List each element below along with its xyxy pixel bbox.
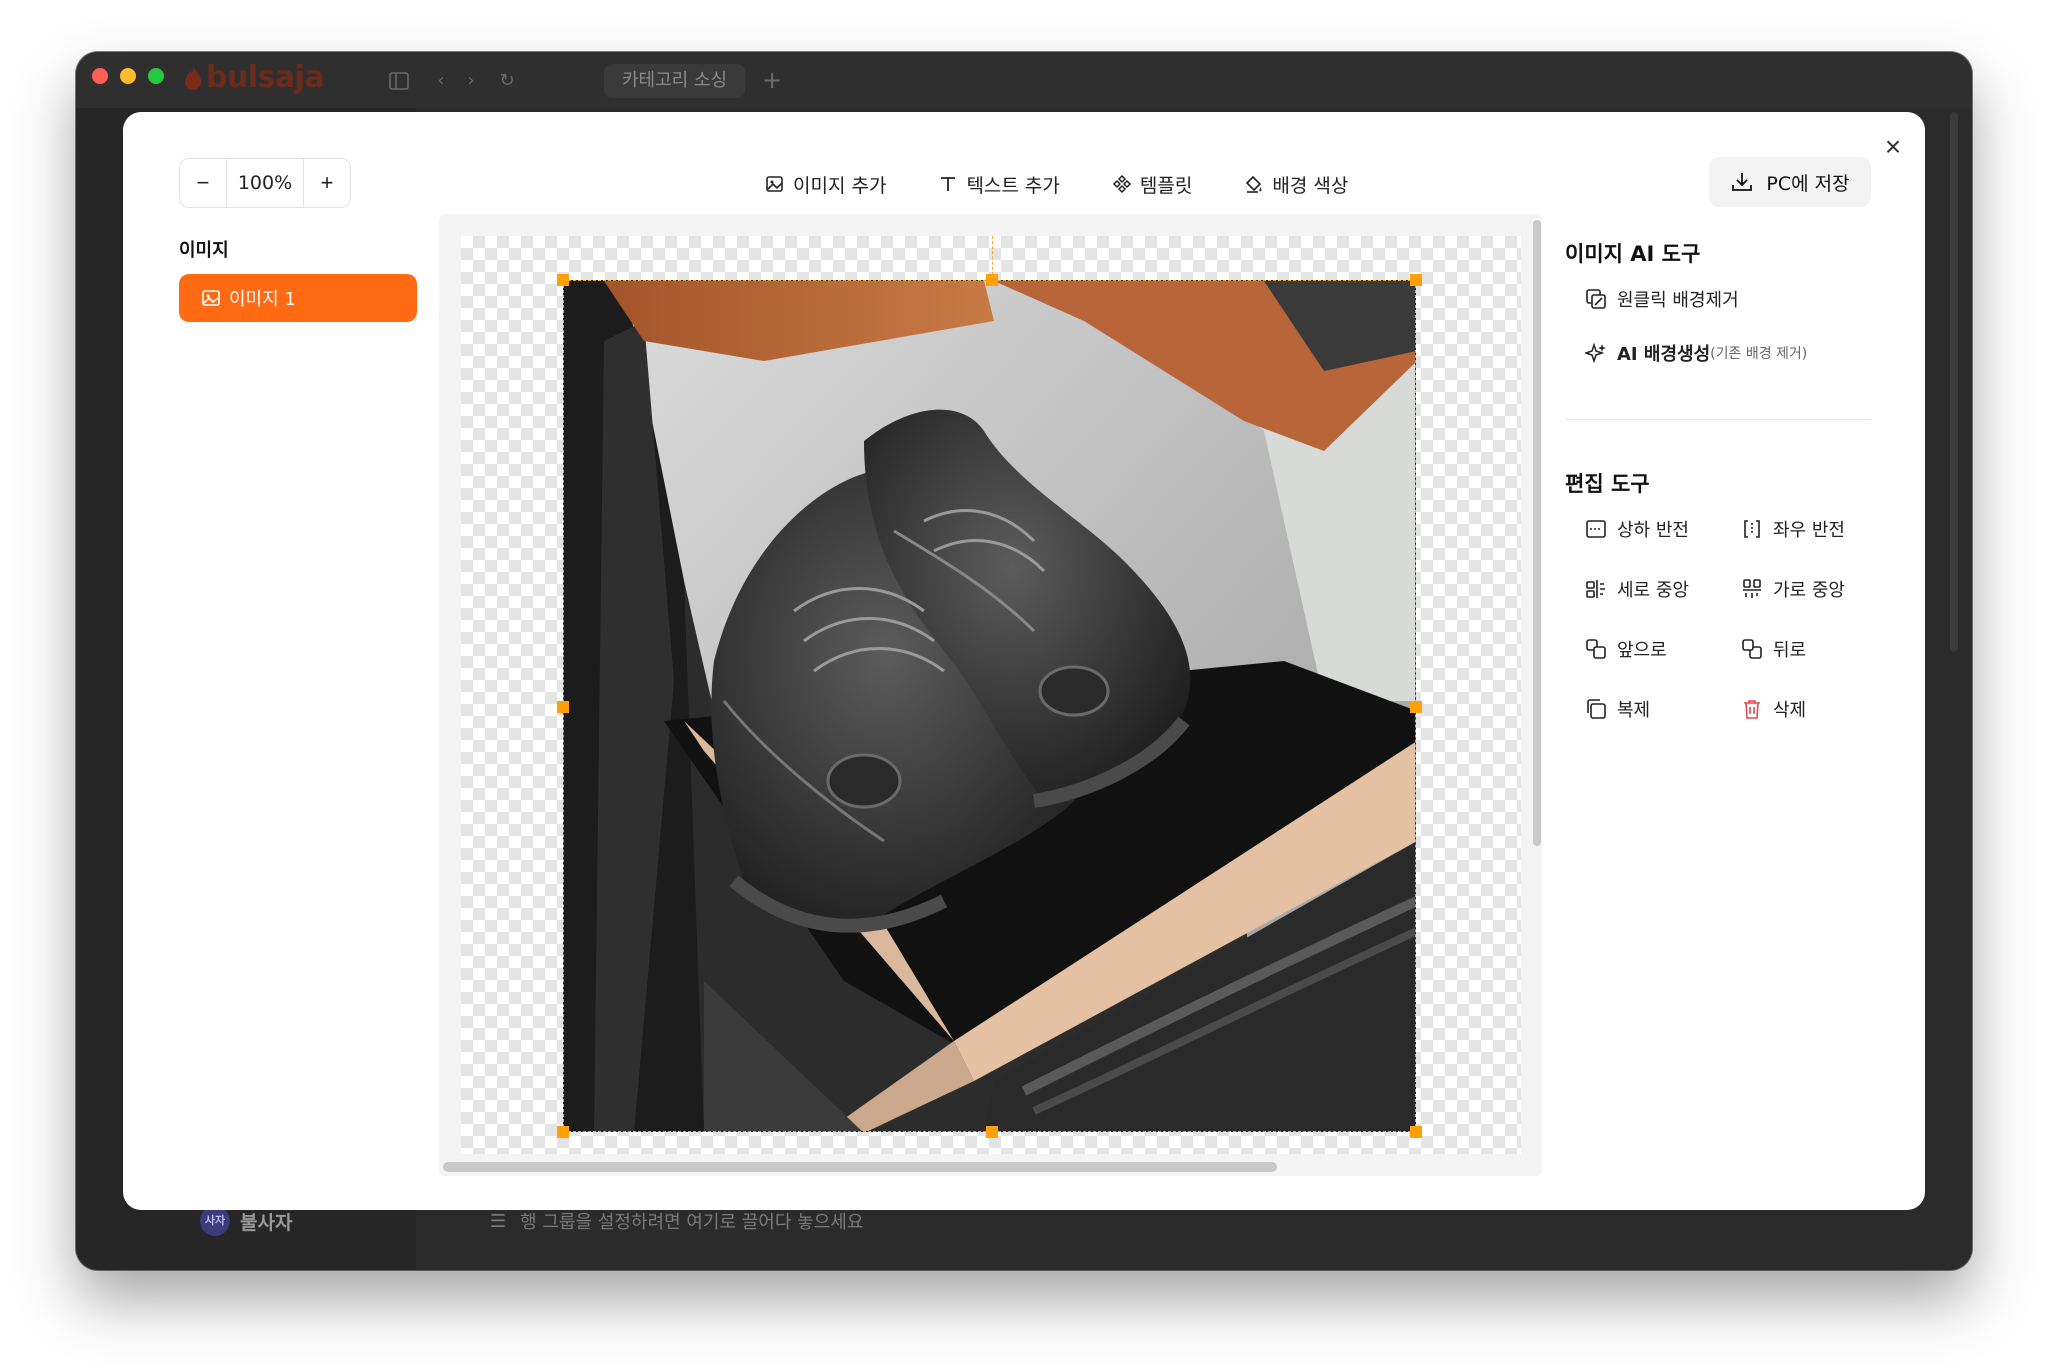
flip-vertical-button[interactable]: 상하 반전 — [1585, 516, 1689, 542]
close-modal-button[interactable]: × — [1878, 132, 1908, 162]
text-icon — [941, 177, 956, 191]
background-color-button[interactable]: 배경 색상 — [1218, 164, 1374, 204]
image-add-icon — [766, 176, 783, 192]
avatar: 사자 — [200, 1206, 230, 1236]
resize-handle-bottom-left[interactable] — [557, 1126, 569, 1138]
shoe-photo — [564, 281, 1415, 1131]
remove-background-button[interactable]: 원클릭 배경제거 — [1585, 286, 1739, 312]
ai-tools-title: 이미지 AI 도구 — [1565, 242, 1701, 266]
zoom-in-button[interactable]: + — [304, 159, 350, 207]
resize-handle-right[interactable] — [1410, 701, 1422, 713]
user-name: 불사자 — [240, 1211, 293, 1234]
resize-handle-bottom-right[interactable] — [1410, 1126, 1422, 1138]
template-icon — [1112, 174, 1131, 194]
background-scrollbar — [1950, 112, 1958, 652]
image-icon — [202, 290, 220, 306]
download-icon — [1732, 173, 1753, 191]
ai-background-button[interactable]: AI 배경생성 (기존 배경 제거) — [1585, 340, 1807, 366]
trash-icon — [1744, 700, 1760, 719]
canvas-horizontal-scrollbar[interactable] — [443, 1162, 1277, 1172]
canvas-vertical-scrollbar[interactable] — [1533, 220, 1541, 846]
reload-icon[interactable]: ↻ — [496, 70, 518, 92]
resize-handle-top-left[interactable] — [557, 274, 569, 286]
minimize-window-button[interactable] — [120, 68, 136, 84]
zoom-control: − 100% + — [179, 158, 351, 208]
bring-forward-button[interactable]: 앞으로 — [1585, 636, 1667, 662]
zoom-level: 100% — [226, 159, 304, 207]
window-controls — [92, 68, 164, 84]
flip-vertical-icon — [1586, 520, 1606, 538]
titlebar: bulsaja ‹ › ↻ 카테고리 소싱 + — [76, 52, 1972, 108]
canvas-image-shoes[interactable] — [563, 280, 1416, 1132]
close-window-button[interactable] — [92, 68, 108, 84]
brand-name: bulsaja — [206, 60, 325, 95]
new-tab-button[interactable]: + — [762, 66, 782, 94]
back-icon[interactable]: ‹ — [430, 70, 452, 92]
center-vertical-button[interactable]: 세로 중앙 — [1585, 576, 1689, 602]
center-horizontal-button[interactable]: 가로 중앙 — [1741, 576, 1845, 602]
flame-icon — [185, 65, 201, 90]
zoom-window-button[interactable] — [148, 68, 164, 84]
remove-bg-icon — [1586, 289, 1606, 309]
zoom-out-button[interactable]: − — [180, 159, 226, 207]
resize-handle-top-right[interactable] — [1410, 274, 1422, 286]
resize-handle-bottom[interactable] — [986, 1126, 998, 1138]
duplicate-button[interactable]: 복제 — [1585, 696, 1650, 722]
row-group-hint: ☰ 행 그룹을 설정하려면 여기로 끌어다 놓으세요 — [490, 1208, 863, 1234]
row-group-hint-text: 행 그룹을 설정하려면 여기로 끌어다 놓으세요 — [520, 1212, 864, 1233]
sparkle-icon — [1585, 342, 1606, 364]
align-horizontal-center-icon — [1743, 579, 1761, 598]
template-button[interactable]: 템플릿 — [1086, 164, 1218, 204]
tab-category-sourcing[interactable]: 카테고리 소싱 — [604, 64, 746, 98]
forward-icon[interactable]: › — [460, 70, 482, 92]
copy-icon — [1587, 699, 1606, 719]
bring-forward-icon — [1586, 639, 1606, 659]
paint-bucket-icon — [1246, 175, 1262, 193]
editor-canvas[interactable] — [439, 214, 1542, 1176]
image-editor-modal: × − 100% + 이미지 추가 텍스트 추가 템플릿 배경 색상 PC에 저… — [123, 112, 1925, 1210]
brand-logo: bulsaja — [184, 60, 325, 95]
add-text-button[interactable]: 텍스트 추가 — [912, 164, 1085, 204]
row-group-icon: ☰ — [490, 1210, 507, 1232]
editor-toolbar: 이미지 추가 텍스트 추가 템플릿 배경 색상 — [739, 164, 1374, 204]
panel-divider — [1565, 419, 1871, 420]
resize-handle-top[interactable] — [986, 274, 998, 286]
sidebar-toggle-icon[interactable] — [388, 70, 410, 92]
align-vertical-center-icon — [1586, 580, 1605, 598]
save-to-pc-button[interactable]: PC에 저장 — [1709, 157, 1871, 207]
delete-button[interactable]: 삭제 — [1741, 696, 1806, 722]
send-backward-button[interactable]: 뒤로 — [1741, 636, 1806, 662]
send-backward-icon — [1742, 639, 1762, 659]
flip-horizontal-icon — [1744, 520, 1760, 538]
flip-horizontal-button[interactable]: 좌우 반전 — [1741, 516, 1845, 542]
background-user: 사자 불사자 — [200, 1206, 292, 1236]
resize-handle-left[interactable] — [557, 701, 569, 713]
layers-title: 이미지 — [179, 240, 229, 261]
edit-tools-title: 편집 도구 — [1565, 472, 1650, 496]
add-image-button[interactable]: 이미지 추가 — [739, 164, 912, 204]
layer-item-image-1[interactable]: 이미지 1 — [179, 274, 417, 322]
